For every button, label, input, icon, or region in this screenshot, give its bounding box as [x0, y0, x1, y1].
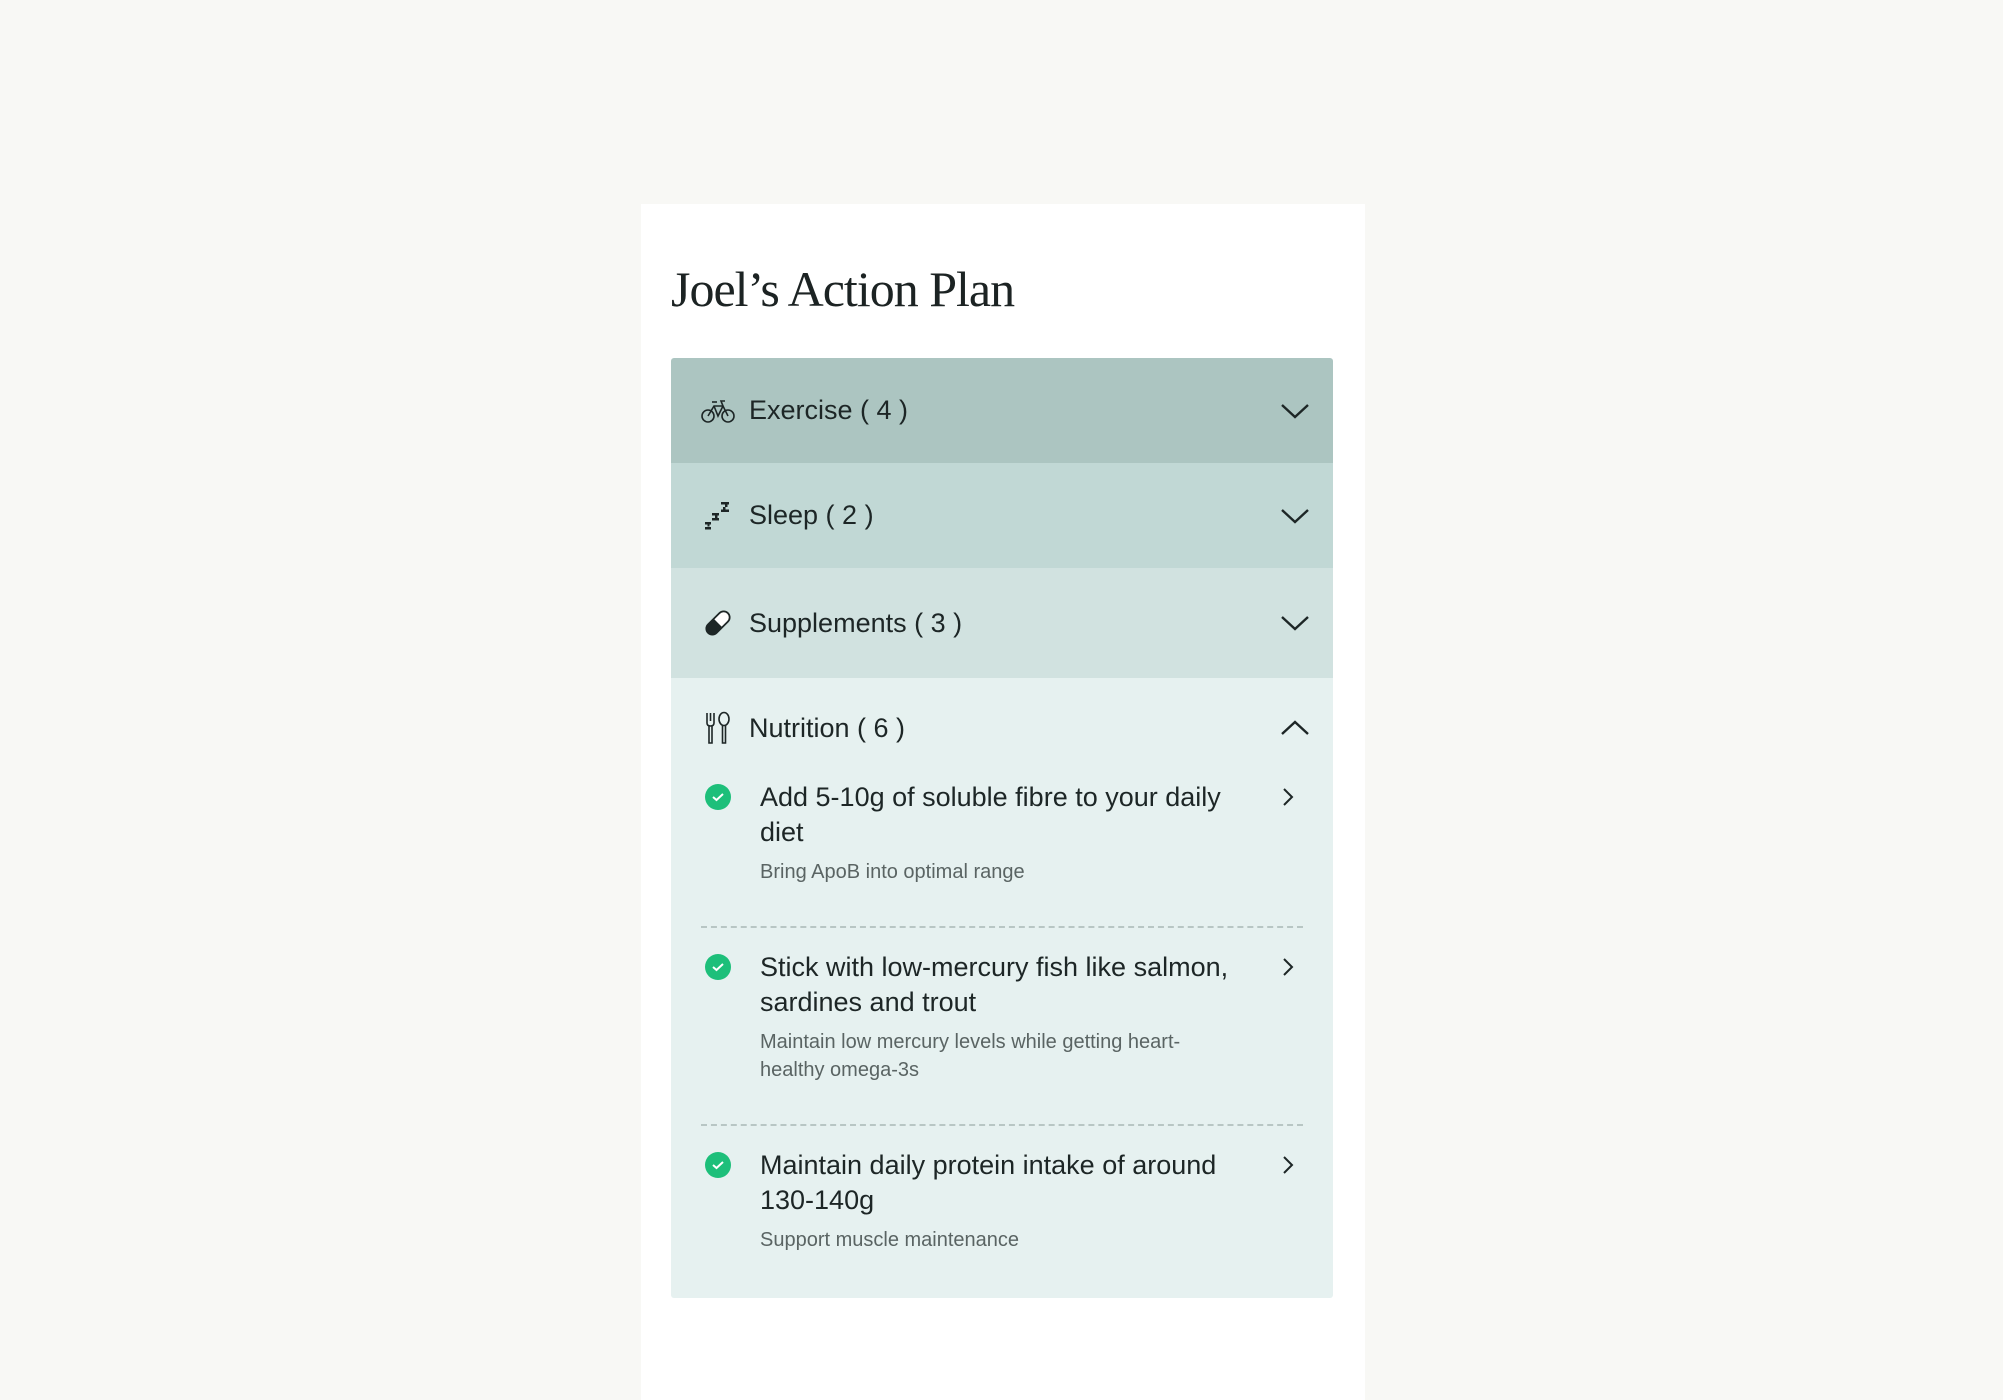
action-plan-card: Joel’s Action Plan Exercise ( 4 ) Sleep …	[641, 204, 1365, 1400]
item-subtitle: Maintain low mercury levels while gettin…	[760, 1031, 1181, 1081]
accordion-label-supplements: Supplements ( 3 )	[749, 607, 963, 638]
accordion-label-nutrition: Nutrition ( 6 )	[749, 712, 906, 743]
chevron-down-icon[interactable]	[1279, 613, 1311, 633]
zzz-sleep-icon	[701, 499, 735, 533]
accordion-header-nutrition[interactable]: Nutrition ( 6 )	[671, 678, 1333, 778]
chevron-down-icon[interactable]	[1279, 401, 1311, 421]
item-title: Stick with low-mercury fish like salmon,…	[760, 952, 1229, 1017]
pill-icon	[701, 606, 735, 640]
chevron-right-icon[interactable]	[1281, 956, 1295, 978]
item-subtitle: Bring ApoB into optimal range	[760, 861, 1025, 883]
item-title: Maintain daily protein intake of around …	[760, 1150, 1217, 1215]
action-plan-accordion: Exercise ( 4 ) Sleep (2) Supplements (…	[671, 358, 1333, 1298]
accordion-label-sleep: Sleep ( 2 )	[749, 500, 874, 530]
chevron-up-icon[interactable]	[1279, 718, 1311, 738]
item-subtitle: Support muscle maintenance	[760, 1229, 1020, 1251]
list-item[interactable]: Stick with low-mercury fish like salmon,…	[701, 928, 1303, 1126]
check-icon	[705, 1152, 731, 1178]
fork-spoon-icon	[701, 711, 735, 745]
page-title: Joel’s Action Plan	[671, 261, 1015, 317]
bicycle-icon	[701, 394, 735, 428]
check-icon	[705, 784, 731, 810]
check-icon	[705, 954, 731, 980]
list-item[interactable]: Maintain daily protein intake of around …	[701, 1126, 1303, 1272]
accordion-header-sleep[interactable]: Sleep ( 2 )	[671, 463, 1333, 568]
chevron-right-icon[interactable]	[1281, 786, 1295, 808]
chevron-down-icon[interactable]	[1279, 506, 1311, 526]
item-title: Add 5-10g of soluble fibre to your daily…	[760, 782, 1221, 847]
chevron-right-icon[interactable]	[1281, 1154, 1295, 1176]
nutrition-list: Add 5-10g of soluble fibre to your daily…	[671, 778, 1333, 1298]
accordion-header-exercise[interactable]: Exercise ( 4 )	[671, 358, 1333, 463]
accordion-label-exercise: Exercise ( 4 )	[749, 395, 909, 425]
accordion-header-supplements[interactable]: Supplements ( 3 )	[671, 568, 1333, 678]
list-item[interactable]: Add 5-10g of soluble fibre to your daily…	[701, 778, 1303, 928]
